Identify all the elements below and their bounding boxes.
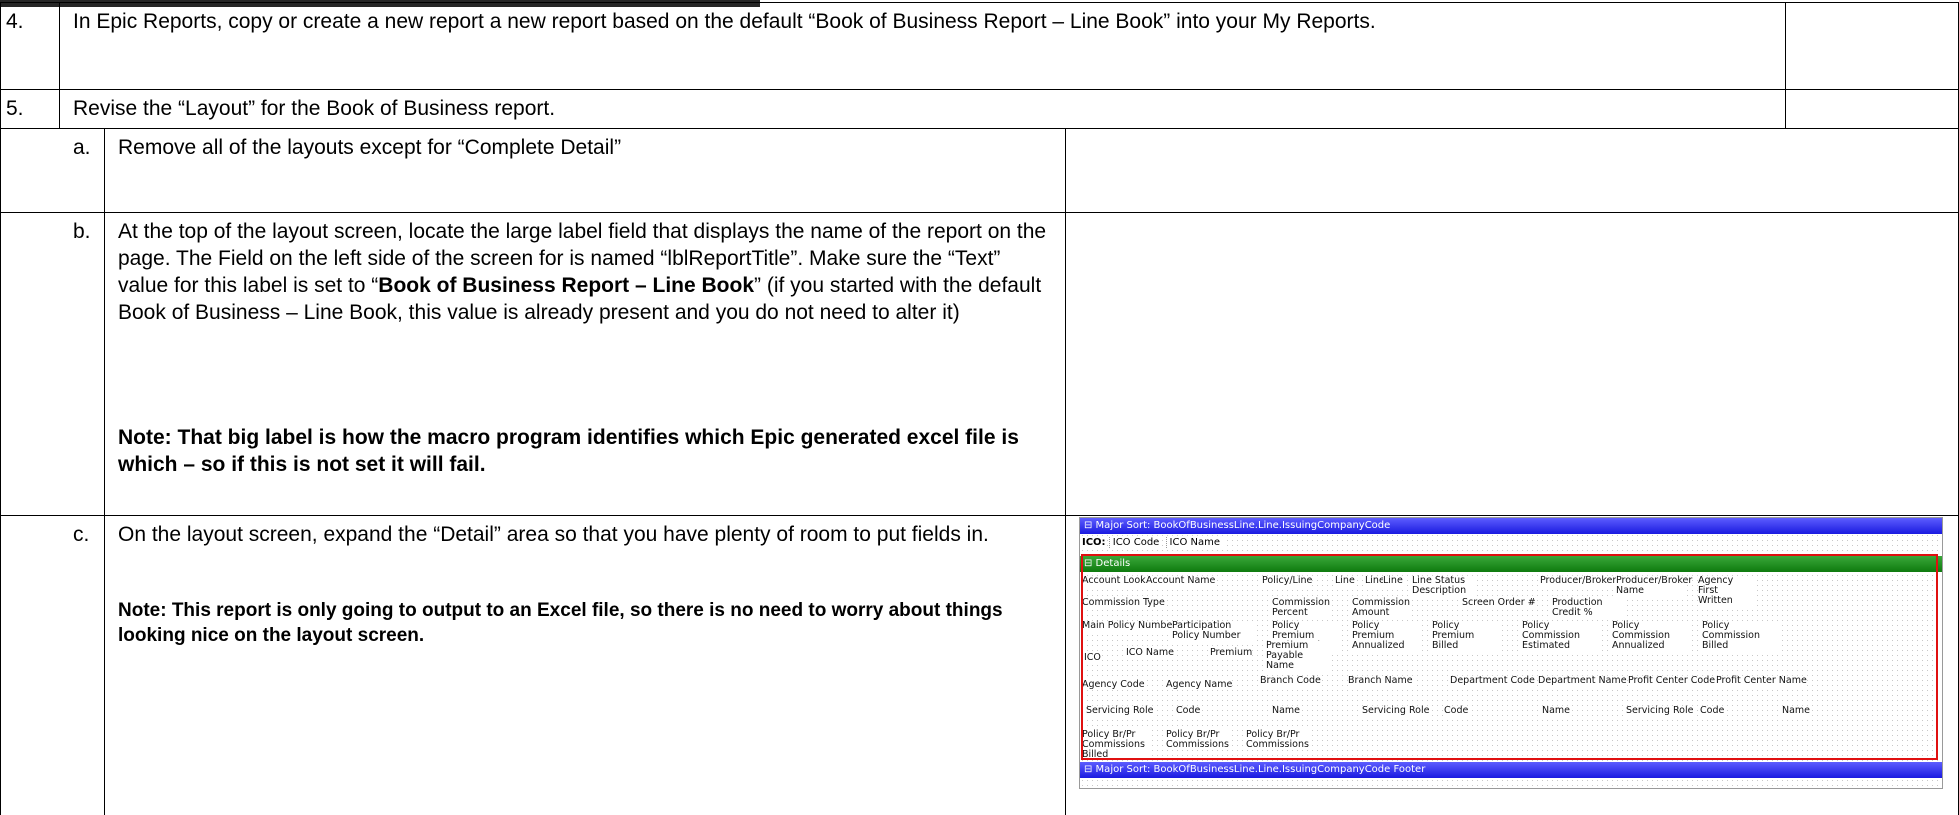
subrow-letter: a.	[73, 136, 91, 159]
subrow-text: On the layout screen, expand the “Detail…	[118, 523, 989, 546]
row-text: In Epic Reports, copy or create a new re…	[73, 10, 1376, 33]
row-number: 4.	[6, 10, 24, 33]
table-border	[0, 212, 1959, 213]
ico-code-field: ICO Code	[1108, 537, 1163, 548]
report-title-value: Book of Business Report – Line Book	[378, 274, 755, 297]
subrow-text: At the top of the layout screen, locate …	[118, 218, 1053, 326]
major-sort-footer-band: ⊟ Major Sort: BookOfBusinessLine.Line.Is…	[1080, 762, 1942, 778]
subrow-note: Note: This report is only going to outpu…	[118, 600, 1003, 646]
table-border	[0, 515, 1959, 516]
table-border	[0, 128, 1959, 129]
row-number: 5.	[6, 97, 24, 120]
table-border	[104, 128, 105, 815]
table-border	[0, 2, 1959, 3]
ico-name-field: ICO Name	[1165, 537, 1224, 548]
ico-header-row: ICO: ICO Code ICO Name	[1082, 537, 1224, 548]
detail-area-highlight	[1081, 554, 1938, 760]
major-sort-header-band: ⊟ Major Sort: BookOfBusinessLine.Line.Is…	[1080, 518, 1942, 534]
subrow-text: Remove all of the layouts except for “Co…	[118, 136, 622, 159]
subrow-letter: b.	[73, 220, 91, 243]
table-border	[0, 2, 1, 815]
table-border	[1065, 128, 1066, 815]
row-text: Revise the “Layout” for the Book of Busi…	[73, 97, 556, 120]
table-border	[59, 2, 60, 128]
layout-screenshot: ⊟ Major Sort: BookOfBusinessLine.Line.Is…	[1079, 517, 1943, 789]
ico-label: ICO:	[1082, 537, 1106, 548]
subrow-note: Note: That big label is how the macro pr…	[118, 426, 1019, 476]
table-border	[0, 89, 1959, 90]
subrow-letter: c.	[73, 523, 90, 546]
table-border	[1785, 2, 1786, 128]
